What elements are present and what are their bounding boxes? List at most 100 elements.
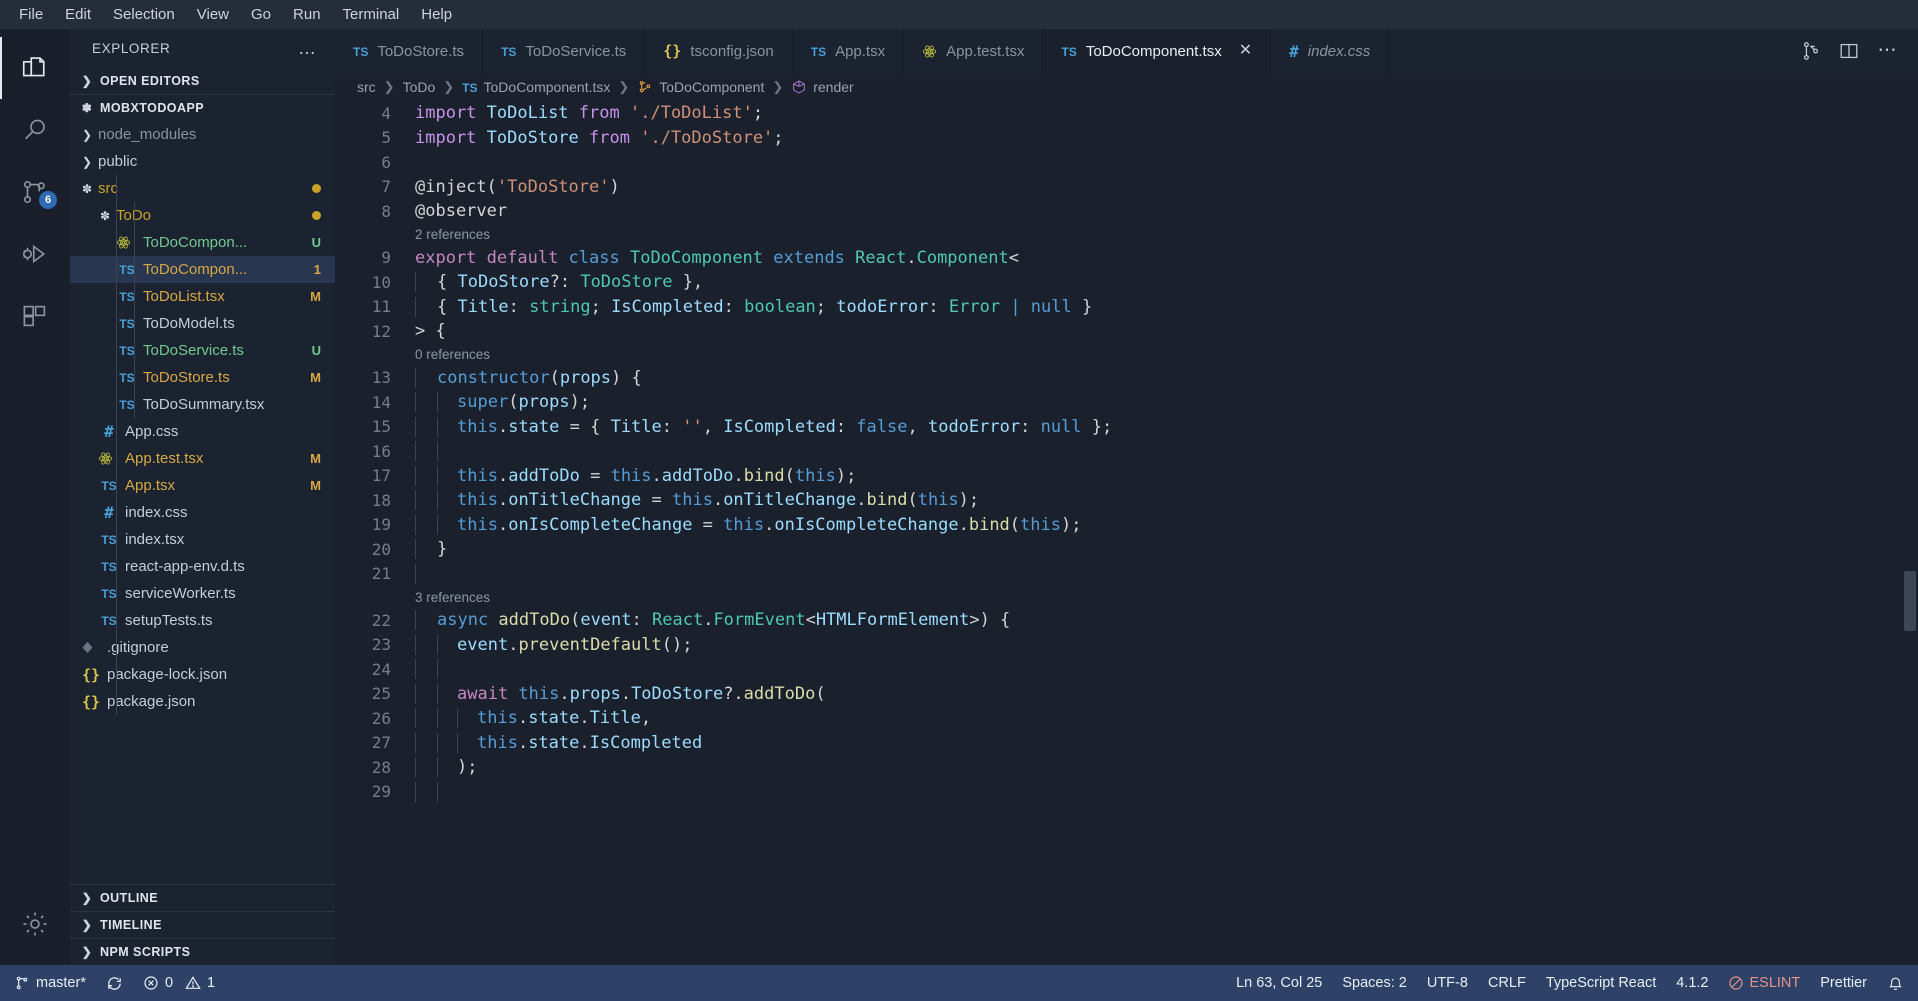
line-content[interactable]: this.state = { Title: '', IsCompleted: f… — [415, 416, 1112, 437]
tree-folder-public[interactable]: ❯ public — [70, 148, 335, 175]
line-content[interactable]: { Title: string; IsCompleted: boolean; t… — [415, 296, 1092, 317]
breadcrumb-item-ToDoComponent[interactable]: ToDoComponent — [637, 79, 764, 95]
activity-item-manage[interactable] — [0, 893, 70, 955]
activity-item-run-and-debug[interactable] — [0, 223, 70, 285]
line-content[interactable]: event.preventDefault(); — [415, 634, 692, 655]
tree-folder-ToDo[interactable]: ✽ ToDo — [70, 202, 335, 229]
section-project[interactable]: ✽ MOBXTODOAPP — [70, 94, 335, 121]
menu-item-selection[interactable]: Selection — [102, 3, 186, 26]
activity-item-source-control[interactable]: 6 — [0, 161, 70, 223]
menu-item-edit[interactable]: Edit — [54, 3, 102, 26]
section-open-editors[interactable]: ❯ OPEN EDITORS — [70, 67, 335, 94]
tree-file[interactable]: {} package.json — [70, 688, 335, 715]
tab-ToDoStore.ts[interactable]: TS ToDoStore.ts — [335, 29, 484, 73]
tree-file[interactable]: TS ToDoService.ts U — [70, 337, 335, 364]
line-content[interactable]: this.state.Title, — [415, 708, 651, 729]
code-lens[interactable]: 2 references — [335, 224, 1918, 246]
line-content[interactable]: @inject('ToDoStore') — [415, 177, 620, 197]
tab-App.tsx[interactable]: TS App.tsx — [792, 29, 905, 73]
line-content[interactable]: } — [415, 539, 447, 560]
tab-ToDoService.ts[interactable]: TS ToDoService.ts — [483, 29, 646, 73]
status-sync[interactable] — [96, 965, 133, 1001]
status-eol[interactable]: CRLF — [1478, 965, 1536, 1001]
status-language-mode[interactable]: TypeScript React — [1536, 965, 1666, 1001]
line-content[interactable]: > { — [415, 321, 446, 341]
line-content[interactable]: import ToDoList from './ToDoList'; — [415, 103, 763, 123]
tree-file[interactable]: App.test.tsx M — [70, 445, 335, 472]
line-content[interactable]: await this.props.ToDoStore?.addToDo( — [415, 683, 826, 704]
tree-file[interactable]: TS serviceWorker.ts — [70, 580, 335, 607]
line-content[interactable]: this.state.IsCompleted — [415, 732, 702, 753]
line-content[interactable]: this.addToDo = this.addToDo.bind(this); — [415, 465, 856, 486]
tree-file[interactable]: .gitignore — [70, 634, 335, 661]
tree-file[interactable]: # index.css — [70, 499, 335, 526]
line-content[interactable]: async addToDo(event: React.FormEvent<HTM… — [415, 610, 1010, 631]
status-prettier[interactable]: Prettier — [1810, 965, 1877, 1001]
activity-item-search[interactable] — [0, 99, 70, 161]
tree-file[interactable]: {} package-lock.json — [70, 661, 335, 688]
line-content[interactable] — [415, 659, 457, 680]
tab-App.test.tsx[interactable]: App.test.tsx — [904, 29, 1044, 73]
menu-item-file[interactable]: File — [8, 3, 54, 26]
tree-file[interactable]: TS index.tsx — [70, 526, 335, 553]
section-timeline[interactable]: ❯ TIMELINE — [70, 911, 335, 938]
tree-file[interactable]: ToDoCompon... U — [70, 229, 335, 256]
status-ts-version[interactable]: 4.1.2 — [1666, 965, 1718, 1001]
line-content[interactable] — [415, 563, 437, 584]
split-editor-icon[interactable] — [1832, 34, 1866, 68]
breadcrumb-item-src[interactable]: src — [357, 79, 376, 95]
menu-item-help[interactable]: Help — [410, 3, 463, 26]
status-notifications[interactable] — [1877, 965, 1914, 1001]
more-actions-icon[interactable]: ⋯ — [1870, 34, 1904, 68]
breadcrumb-item-ToDoComponent.tsx[interactable]: TS ToDoComponent.tsx — [462, 79, 610, 95]
tree-file[interactable]: # App.css — [70, 418, 335, 445]
menu-item-go[interactable]: Go — [240, 3, 282, 26]
activity-item-explorer[interactable] — [0, 37, 70, 99]
activity-item-extensions[interactable] — [0, 285, 70, 347]
breadcrumb-item-render[interactable]: render — [791, 79, 854, 95]
line-content[interactable]: ); — [415, 757, 477, 778]
tree-file[interactable]: TS ToDoSummary.tsx — [70, 391, 335, 418]
code-lens[interactable]: 0 references — [335, 344, 1918, 366]
tree-folder-src[interactable]: ✽ src — [70, 175, 335, 202]
line-content[interactable]: export default class ToDoComponent exten… — [415, 248, 1019, 268]
tree-file[interactable]: TS ToDoModel.ts — [70, 310, 335, 337]
tree-folder-node_modules[interactable]: ❯ node_modules — [70, 121, 335, 148]
line-content[interactable]: @observer — [415, 201, 507, 221]
status-eslint[interactable]: ESLINT — [1718, 965, 1810, 1001]
status-problems[interactable]: 0 1 — [133, 965, 225, 1001]
tree-file[interactable]: TS App.tsx M — [70, 472, 335, 499]
tree-file[interactable]: TS ToDoCompon... 1 — [70, 256, 335, 283]
line-content[interactable] — [415, 781, 457, 802]
status-branch[interactable]: master* — [4, 965, 96, 1001]
status-indentation[interactable]: Spaces: 2 — [1332, 965, 1417, 1001]
tab-tsconfig.json[interactable]: {} tsconfig.json — [645, 29, 793, 73]
status-encoding[interactable]: UTF-8 — [1417, 965, 1478, 1001]
menu-item-view[interactable]: View — [186, 3, 240, 26]
menu-item-run[interactable]: Run — [282, 3, 332, 26]
tree-file[interactable]: TS react-app-env.d.ts — [70, 553, 335, 580]
line-content[interactable]: this.onTitleChange = this.onTitleChange.… — [415, 490, 979, 511]
line-content[interactable]: { ToDoStore?: ToDoStore }, — [415, 272, 703, 293]
breadcrumb-item-ToDo[interactable]: ToDo — [403, 79, 436, 95]
section-outline[interactable]: ❯ OUTLINE — [70, 884, 335, 911]
status-cursor-position[interactable]: Ln 63, Col 25 — [1226, 965, 1332, 1001]
tab-index.css[interactable]: # index.css — [1271, 29, 1390, 73]
tree-file[interactable]: TS ToDoStore.ts M — [70, 364, 335, 391]
line-content[interactable]: import ToDoStore from './ToDoStore'; — [415, 128, 784, 148]
tab-close-icon[interactable]: ✕ — [1239, 43, 1252, 59]
split-diff-icon[interactable] — [1794, 34, 1828, 68]
code-editor[interactable]: 4 import ToDoList from './ToDoList'; 5 impo… — [335, 101, 1918, 965]
line-content[interactable]: this.onIsCompleteChange = this.onIsCompl… — [415, 514, 1081, 535]
tab-ToDoComponent.tsx[interactable]: TS ToDoComponent.tsx ✕ — [1043, 29, 1272, 73]
sidebar-more-icon[interactable]: … — [298, 39, 317, 57]
editor-scrollbar-thumb[interactable] — [1904, 571, 1916, 631]
menu-item-terminal[interactable]: Terminal — [332, 3, 411, 26]
line-content[interactable] — [415, 441, 457, 462]
section-npm-scripts[interactable]: ❯ NPM SCRIPTS — [70, 938, 335, 965]
code-lens[interactable]: 3 references — [335, 586, 1918, 608]
tree-file[interactable]: TS ToDoList.tsx M — [70, 283, 335, 310]
line-content[interactable]: constructor(props) { — [415, 367, 642, 388]
line-content[interactable]: super(props); — [415, 392, 590, 413]
tree-file[interactable]: TS setupTests.ts — [70, 607, 335, 634]
